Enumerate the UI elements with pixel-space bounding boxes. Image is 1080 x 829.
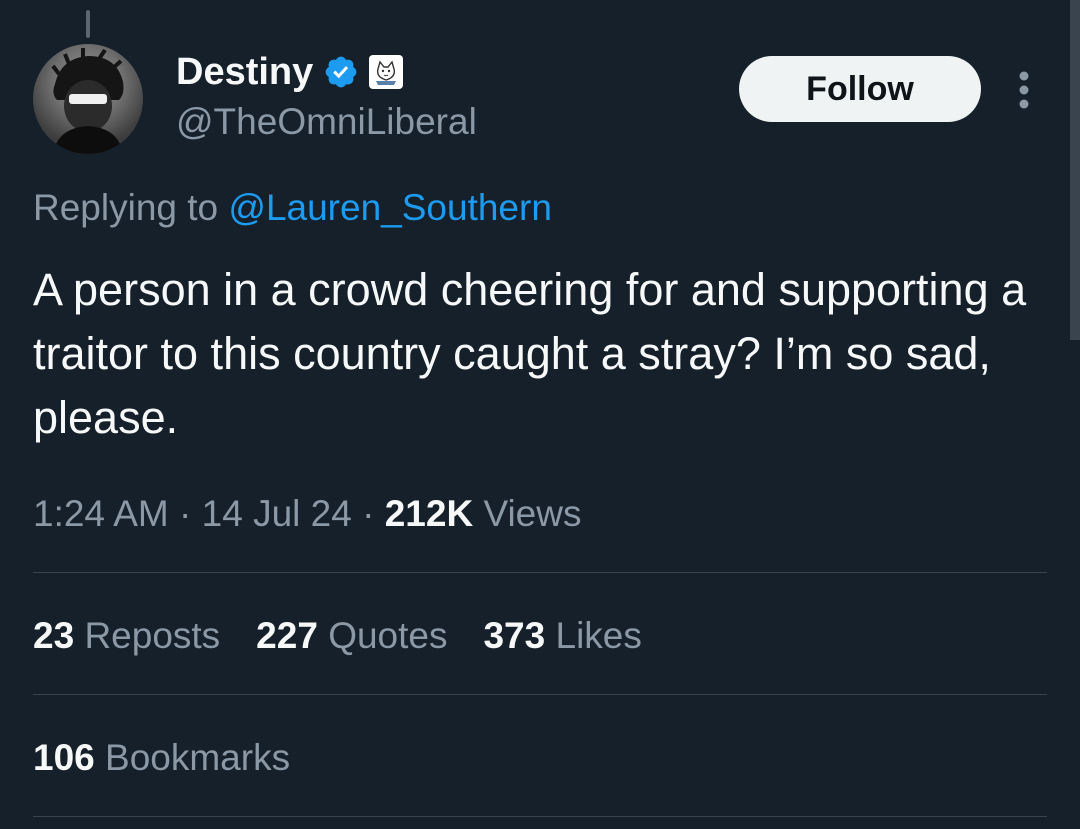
reposts-stat[interactable]: 23 Reposts bbox=[33, 614, 220, 658]
quotes-label: Quotes bbox=[328, 615, 448, 656]
likes-stat[interactable]: 373 Likes bbox=[483, 614, 641, 658]
engagement-stats: 23 Reposts 227 Quotes 373 Likes bbox=[33, 614, 642, 658]
views-count: 212K bbox=[384, 493, 474, 534]
bookmarks-count: 106 bbox=[33, 737, 95, 778]
replying-to: Replying to @Lauren_Southern bbox=[33, 186, 552, 230]
author-display-name[interactable]: Destiny bbox=[176, 50, 313, 94]
bookmarks-stat[interactable]: 106 Bookmarks bbox=[33, 736, 290, 780]
quotes-stat[interactable]: 227 Quotes bbox=[256, 614, 447, 658]
reposts-label: Reposts bbox=[84, 615, 221, 656]
divider bbox=[33, 816, 1047, 817]
verified-badge-icon[interactable] bbox=[323, 54, 359, 90]
meta-separator: · bbox=[362, 493, 385, 534]
avatar[interactable] bbox=[33, 44, 143, 154]
tweet-date[interactable]: 14 Jul 24 bbox=[202, 493, 352, 534]
author-handle[interactable]: @TheOmniLiberal bbox=[176, 100, 477, 144]
tweet-detail: Destiny @TheOmniLiberal Follow Replying … bbox=[0, 0, 1080, 829]
tweet-metadata: 1:24 AM · 14 Jul 24 · 212K Views bbox=[33, 492, 581, 536]
likes-count: 373 bbox=[483, 615, 546, 656]
more-options-icon[interactable] bbox=[1008, 68, 1040, 112]
likes-label: Likes bbox=[555, 615, 642, 656]
divider bbox=[33, 572, 1047, 573]
bookmarks-label: Bookmarks bbox=[105, 737, 291, 778]
meta-separator: · bbox=[179, 493, 202, 534]
reposts-count: 23 bbox=[33, 615, 75, 656]
tweet-text: A person in a crowd cheering for and sup… bbox=[33, 264, 1027, 443]
follow-button[interactable]: Follow bbox=[739, 56, 981, 122]
affiliate-badge-icon[interactable] bbox=[369, 55, 404, 89]
author-name-row: Destiny bbox=[176, 50, 404, 94]
divider bbox=[33, 694, 1047, 695]
scrollbar[interactable] bbox=[1070, 0, 1080, 340]
tweet-time[interactable]: 1:24 AM bbox=[33, 493, 169, 534]
quotes-count: 227 bbox=[256, 615, 318, 656]
replying-to-prefix: Replying to bbox=[33, 187, 219, 228]
reply-mention-link[interactable]: @Lauren_Southern bbox=[228, 187, 552, 228]
views-label: Views bbox=[483, 493, 582, 534]
thread-connector-line bbox=[86, 10, 90, 38]
